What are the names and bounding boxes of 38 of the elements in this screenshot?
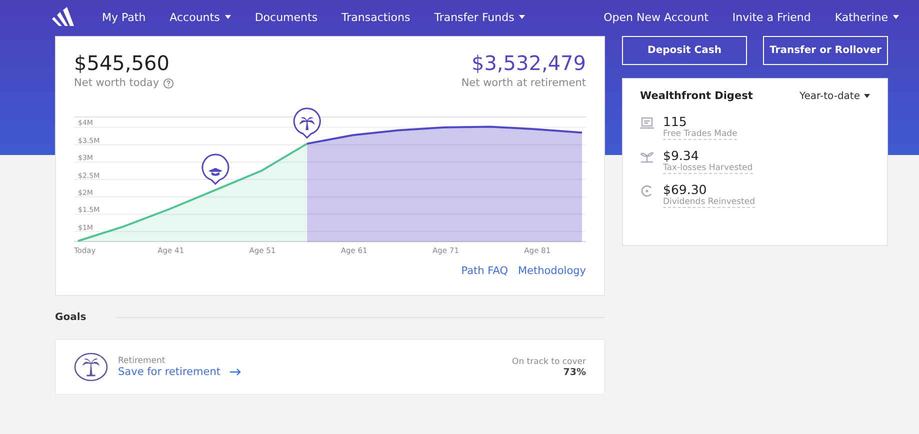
chart-link[interactable]: Methodology (518, 265, 586, 277)
nav-link[interactable]: Invite a Friend (732, 10, 811, 24)
nav-link[interactable]: Transfer Funds (434, 10, 526, 24)
arrow-right-icon (230, 368, 242, 376)
goals-heading: Goals (55, 312, 86, 323)
logo-icon[interactable] (50, 7, 76, 27)
digest-label: Dividends Reinvested (663, 197, 755, 208)
net-worth-today-label: Net worth today (74, 77, 160, 89)
nav-link[interactable]: Accounts (170, 10, 231, 24)
digest-label: Tax-losses Harvested (663, 163, 753, 174)
goal-status: On track to cover (512, 356, 586, 366)
goal-percent: 73% (563, 366, 586, 378)
net-worth-retirement-label: Net worth at retirement (461, 77, 586, 89)
digest-value: 115 (663, 114, 688, 129)
goal-link[interactable]: Save for retirement (118, 366, 502, 378)
nav-link[interactable]: My Path (102, 10, 146, 24)
net-worth-retirement-value: $3,532,479 (471, 51, 586, 75)
action-button[interactable]: Transfer or Rollover (763, 36, 888, 65)
digest-label: Free Trades Made (663, 129, 738, 140)
nav-link[interactable]: Katherine (834, 10, 899, 24)
nav-link[interactable]: Documents (254, 10, 318, 24)
refresh-icon (640, 185, 654, 197)
action-button[interactable]: Deposit Cash (622, 36, 747, 65)
period-dropdown[interactable]: Year-to-date (799, 90, 870, 102)
digest-title: Wealthfront Digest (640, 90, 753, 102)
caret-icon (864, 94, 870, 98)
help-icon[interactable] (163, 78, 174, 88)
goal-category: Retirement (118, 356, 166, 366)
chart-link[interactable]: Path FAQ (461, 265, 508, 277)
net-worth-today-value: $545,560 (74, 51, 170, 75)
nav-link[interactable]: Transactions (342, 10, 410, 24)
graduation-pin-icon[interactable] (202, 154, 230, 185)
plant-icon (640, 151, 654, 163)
digest-value: $9.34 (663, 148, 700, 163)
palm-tree-icon (74, 352, 108, 382)
digest-value: $69.30 (663, 182, 708, 197)
palm-tree-pin-icon[interactable] (293, 108, 321, 138)
nav-link[interactable]: Open New Account (604, 10, 708, 24)
